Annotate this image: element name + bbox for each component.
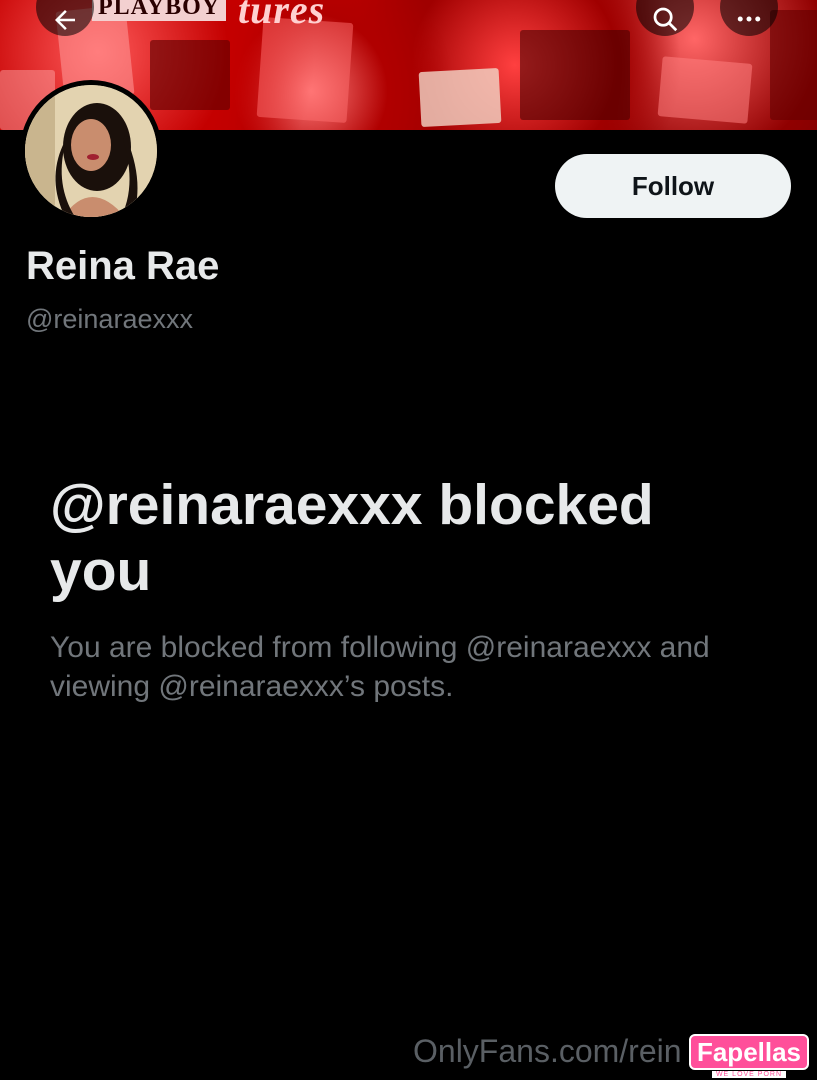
avatar[interactable]: [20, 80, 162, 222]
watermark-text: OnlyFans.com/rein: [413, 1033, 682, 1069]
logo-main-text: Fapellas: [688, 1034, 810, 1070]
logo-sub-text: WE LOVE PORN: [711, 1071, 787, 1078]
blocked-title: @reinaraexxx blocked you: [50, 473, 654, 603]
watermark-logo: Fapellas WE LOVE PORN: [688, 1034, 810, 1078]
more-icon: [737, 16, 761, 22]
banner-tures-text: tures: [238, 0, 326, 32]
avatar-photo: [25, 85, 157, 217]
user-handle: @reinaraexxx: [26, 304, 193, 334]
display-name: Reina Rae: [26, 244, 220, 288]
arrow-left-icon: [55, 10, 75, 30]
search-icon: [653, 7, 678, 32]
follow-button[interactable]: Follow: [555, 154, 791, 218]
banner-playboy-text: PLAYBOY: [92, 0, 227, 21]
blocked-description: You are blocked from following @reinarae…: [50, 631, 710, 703]
